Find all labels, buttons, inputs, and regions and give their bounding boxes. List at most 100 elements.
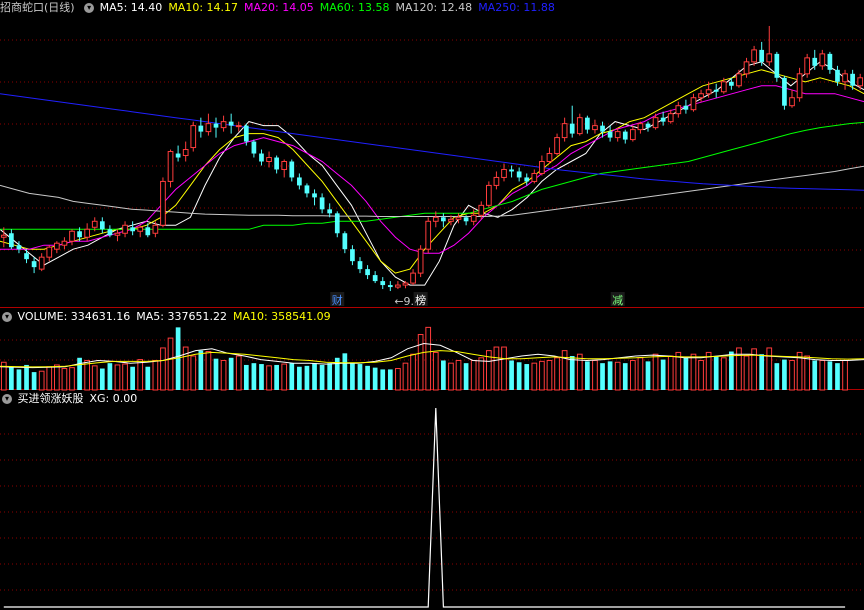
volume-bar-down [100,369,105,390]
candle-body-down [388,285,393,287]
candle-body-down [342,233,347,249]
volume-bar-down [388,369,393,390]
stock-chart-canvas[interactable]: ←9.35财榜减 [0,0,864,610]
volume-bar-down [24,365,29,390]
candle-body-up [555,138,560,154]
volume-bar-down [108,363,113,390]
volume-bar-down [244,365,249,390]
volume-bar-up [115,365,120,390]
candle-body-up [668,114,673,122]
volume-ma-line-ma10 [0,351,864,367]
candle-body-up [418,249,423,273]
candle-body-up [502,169,507,177]
volume-bar-down [130,367,135,390]
ma-legend-item-1: MA10: 14.17 [168,1,238,14]
ma-legend-item-2: MA20: 14.05 [244,1,314,14]
candle-body-down [17,245,22,249]
candle-body-up [790,98,795,106]
candle-body-up [236,126,241,127]
candle-body-up [183,150,188,156]
volume-bar-up [494,347,499,390]
candle-body-down [244,126,249,142]
volume-bar-down [350,363,355,390]
volume-bar-up [282,364,287,390]
volume-bar-up [843,360,848,390]
candle-body-down [312,193,317,197]
candle-body-up [433,217,438,221]
candle-body-up [494,177,499,185]
chevron-down-icon[interactable]: ▾ [2,312,12,322]
candle-body-down [176,154,181,158]
volume-bar-down [145,367,150,390]
ma-line-ma5 [0,62,864,285]
indicator-legend: 买进领涨妖股XG: 0.00 [18,392,144,405]
volume-bar-down [9,367,14,390]
candle-body-down [214,124,219,128]
candle-body-up [191,126,196,148]
candle-body-down [274,158,279,170]
volume-bar-up [630,360,635,390]
ma-line-ma250 [0,94,864,191]
volume-bar-up [449,363,454,390]
event-badge: 减 [612,294,623,307]
volume-bar-up [161,348,166,390]
volume-bar-down [32,372,37,390]
candle-body-up [721,82,726,92]
candle-body-up [47,247,52,257]
candle-body-down [198,126,203,132]
candle-body-up [479,205,484,215]
volume-bar-down [661,360,666,390]
volume-bar-up [191,356,196,390]
volume-bar-up [47,367,52,390]
volume-panel-header: ▾ VOLUME: 334631.16MA5: 337651.22MA10: 3… [0,309,339,325]
volume-bar-up [70,368,75,390]
volume-bar-up [411,354,416,390]
volume-bar-down [570,356,575,390]
candle-body-up [858,78,863,86]
volume-bar-down [524,364,529,390]
volume-legend: VOLUME: 334631.16MA5: 337651.22MA10: 358… [18,310,337,323]
volume-bar-up [805,356,810,390]
candle-body-up [486,185,491,205]
candle-body-down [835,70,840,82]
candle-body-up [396,285,401,287]
candle-body-up [92,221,97,227]
volume-bar-down [380,369,385,390]
volume-bar-down [365,366,370,390]
volume-bar-down [274,365,279,390]
candle-body-up [168,152,173,182]
candle-body-up [153,225,158,233]
chevron-down-icon[interactable]: ▾ [84,3,94,13]
volume-bar-up [138,360,143,390]
price-panel-header: 招商蛇口(日线) ▾ MA5: 14.40MA10: 14.17MA20: 14… [0,0,563,16]
volume-bar-down [729,352,734,390]
candle-body-up [752,50,757,62]
volume-bar-up [206,352,211,390]
candle-body-down [358,261,363,269]
candle-body-down [623,132,628,140]
volume-bar-up [691,354,696,390]
volume-bar-down [774,363,779,390]
volume-bar-up [532,363,537,390]
volume-bar-up [236,356,241,390]
candle-body-down [517,171,522,177]
volume-bar-down [77,358,82,390]
candle-body-down [608,132,613,138]
volume-bar-up [653,354,658,390]
event-badge: 榜 [415,293,426,307]
stock-title: 招商蛇口(日线) [0,1,75,14]
ma-line-ma10 [0,70,864,273]
volume-bar-down [600,363,605,390]
volume-bar-up [92,366,97,390]
volume-bar-up [540,361,545,390]
chevron-down-icon[interactable]: ▾ [2,394,12,404]
volume-bar-down [320,365,325,390]
volume-bar-down [259,364,264,390]
candle-body-up [161,181,166,225]
volume-bar-up [426,327,431,390]
volume-bar-up [54,365,59,390]
candle-body-down [229,122,234,126]
candle-body-down [9,233,14,247]
candle-body-down [24,253,29,259]
ma-legend-item-4: MA120: 12.48 [395,1,472,14]
